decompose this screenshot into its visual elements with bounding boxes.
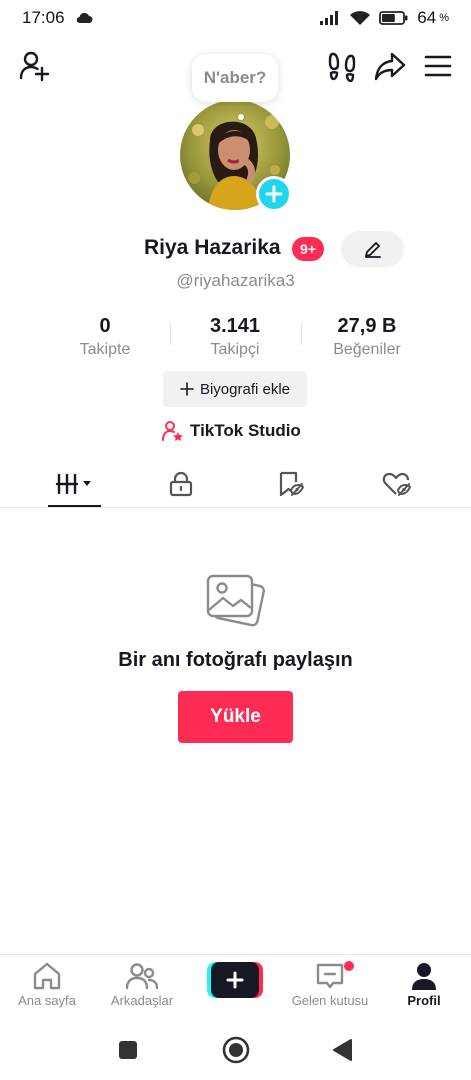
edit-profile-button[interactable] (341, 231, 404, 267)
circle-home-icon (222, 1036, 250, 1064)
add-bio-button[interactable]: Biyografi ekle (163, 371, 307, 407)
status-left: 17:06 (22, 8, 93, 28)
signal-icon (320, 11, 339, 25)
home-system-button[interactable] (220, 1034, 252, 1066)
wifi-icon (350, 11, 371, 25)
stat-value: 27,9 B (337, 315, 397, 337)
tab-saved[interactable] (232, 460, 350, 508)
tab-videos[interactable] (16, 460, 134, 508)
share-button[interactable] (372, 48, 408, 84)
system-nav (0, 1020, 471, 1080)
note-bubble-tail (238, 114, 244, 120)
nav-label: Profil (407, 993, 441, 1008)
liked-heart-icon (382, 472, 412, 496)
videos-grid-icon (55, 473, 91, 495)
nav-home[interactable]: Ana sayfa (0, 961, 94, 1017)
nav-inbox[interactable]: Gelen kutusu (283, 961, 377, 1017)
stat-value: 3.141 (209, 315, 261, 337)
friends-icon (125, 963, 159, 990)
create-button-face (211, 962, 259, 998)
display-name: Riya Hazarika (144, 236, 281, 259)
empty-state-title: Bir anı fotoğrafı paylaşın (118, 649, 353, 671)
add-avatar-button[interactable] (256, 176, 292, 212)
notification-badge[interactable]: 9+ (292, 237, 324, 261)
bottom-nav: Ana sayfa Arkadaşlar Gelen kutusu Profil (0, 954, 471, 1020)
nav-label: Arkadaşlar (110, 993, 174, 1008)
plus-icon (180, 382, 194, 396)
stat-following[interactable]: 0 Takipte (40, 315, 170, 359)
active-tab-indicator (48, 505, 101, 507)
footprints-icon (328, 52, 356, 82)
photo-placeholder-icon (203, 572, 267, 632)
tab-private[interactable] (122, 460, 240, 508)
cloud-icon (76, 12, 93, 24)
battery-percent: 64% (417, 8, 449, 27)
stat-value: 0 (99, 315, 111, 337)
square-icon (119, 1041, 137, 1059)
share-icon (374, 52, 406, 81)
stat-label: Beğeniler (333, 341, 401, 358)
menu-button[interactable] (420, 48, 456, 84)
add-friend-button[interactable] (16, 48, 52, 84)
saved-bookmark-icon (279, 471, 305, 497)
username: @riyahazarika3 (176, 271, 295, 290)
name-row: Riya Hazarika 9+ (0, 230, 471, 268)
profile-icon (412, 963, 436, 990)
nav-profile[interactable]: Profil (377, 961, 471, 1017)
profile-tabs (0, 460, 471, 508)
nav-label: Ana sayfa (18, 993, 76, 1008)
inbox-notification-dot (344, 961, 354, 971)
stat-followers[interactable]: 3.141 Takipçi (170, 315, 300, 359)
profile-views-button[interactable] (324, 48, 360, 84)
studio-label: TikTok Studio (190, 421, 301, 440)
status-time: 17:06 (22, 8, 65, 27)
tab-liked[interactable] (338, 460, 456, 508)
add-bio-label: Biyografi ekle (199, 380, 291, 398)
nav-label: Gelen kutusu (291, 993, 369, 1008)
stat-label: Takipte (79, 341, 131, 358)
inbox-icon (316, 963, 344, 989)
plus-icon (226, 971, 244, 989)
profile-stats: 0 Takipte 3.141 Takipçi 27,9 B Beğeniler (40, 315, 440, 363)
lock-icon (169, 471, 193, 497)
stat-label: Takipçi (210, 341, 260, 358)
studio-icon (162, 421, 183, 441)
note-bubble[interactable]: N'aber? (192, 54, 278, 102)
create-button[interactable] (207, 962, 263, 998)
back-button[interactable] (328, 1036, 356, 1064)
plus-icon (265, 185, 283, 203)
menu-icon (424, 55, 452, 77)
upload-button[interactable]: Yükle (178, 691, 293, 743)
back-triangle-icon (333, 1039, 352, 1061)
stat-likes[interactable]: 27,9 B Beğeniler (302, 315, 432, 359)
status-right: 64% (319, 8, 449, 28)
pencil-icon (364, 242, 381, 258)
home-icon (33, 962, 61, 990)
battery-icon (379, 11, 408, 25)
tiktok-studio-link[interactable]: TikTok Studio (162, 418, 301, 444)
recents-button[interactable] (114, 1036, 142, 1064)
add-friend-icon (19, 51, 50, 82)
nav-friends[interactable]: Arkadaşlar (95, 961, 189, 1017)
status-bar: 17:06 64% (0, 0, 471, 36)
